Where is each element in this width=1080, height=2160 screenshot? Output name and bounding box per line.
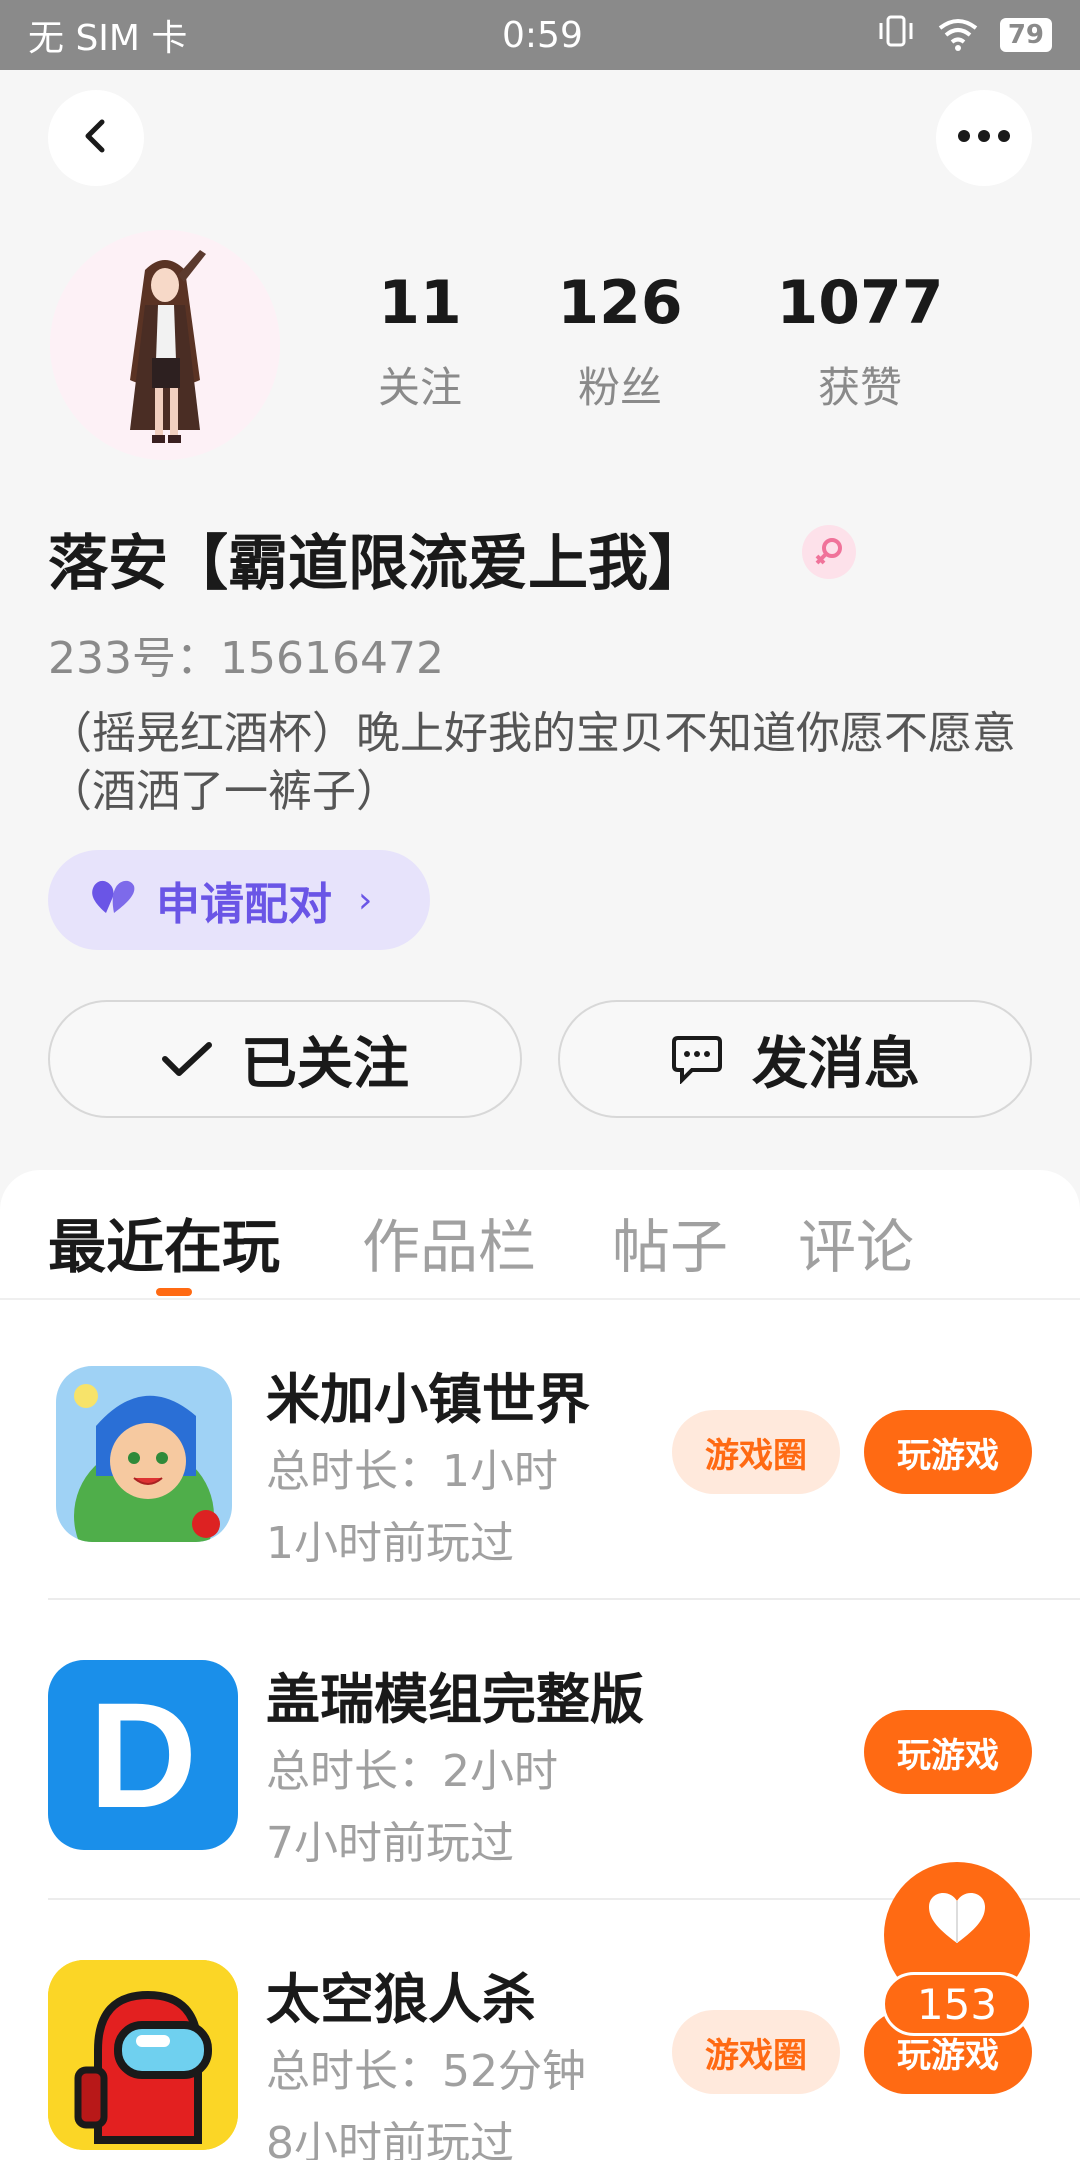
- stat-followers-value: 126: [557, 268, 683, 338]
- send-message-label: 发消息: [752, 1031, 920, 1097]
- game-icon[interactable]: [56, 1366, 232, 1542]
- status-bar: 无 SIM 卡 0:59 79: [0, 0, 1080, 70]
- game-duration: 总时长：1小时: [266, 1446, 558, 1497]
- game-name: 太空狼人杀: [266, 1968, 536, 2031]
- vibrate-icon: [876, 11, 916, 60]
- stat-following[interactable]: 11 关注: [330, 270, 510, 415]
- bio: （摇晃红酒杯）晚上好我的宝贝不知道你愿不愿意（酒洒了一裤子）: [48, 708, 1016, 817]
- tab-comments[interactable]: 评论: [798, 1200, 914, 1284]
- play-game-button[interactable]: 玩游戏: [864, 1710, 1032, 1794]
- apply-pair-label: 申请配对: [156, 879, 332, 930]
- stat-following-label: 关注: [377, 363, 462, 412]
- chevron-right-icon: ›: [358, 879, 373, 921]
- avatar[interactable]: [50, 230, 280, 460]
- back-button[interactable]: [48, 90, 144, 186]
- game-name: 米加小镇世界: [266, 1368, 590, 1431]
- stat-followers-label: 粉丝: [577, 363, 662, 412]
- send-message-button[interactable]: 发消息: [558, 1000, 1032, 1118]
- chat-bubble-icon: [670, 1034, 724, 1084]
- game-circle-button[interactable]: 游戏圈: [672, 2010, 840, 2094]
- game-icon-letter: D: [88, 1670, 198, 1839]
- game-circle-button[interactable]: 游戏圈: [672, 1410, 840, 1494]
- tab-posts[interactable]: 帖子: [612, 1200, 728, 1284]
- stat-likes-value: 1077: [776, 268, 944, 338]
- heart-icon: [927, 1891, 987, 1949]
- double-heart-icon: [90, 875, 138, 926]
- avatar-illustration: [50, 230, 280, 460]
- nickname: 落安【霸道限流爱上我】: [48, 529, 708, 599]
- game-last-played: 1小时前玩过: [266, 1518, 514, 1569]
- female-gender-icon: [802, 525, 856, 579]
- clock: 0:59: [502, 14, 583, 56]
- tab-active-indicator: [156, 1288, 192, 1296]
- game-icon[interactable]: D: [48, 1660, 238, 1850]
- game-duration: 总时长：52分钟: [266, 2046, 586, 2097]
- more-dots-icon: [956, 128, 1012, 148]
- game-last-played: 7小时前玩过: [266, 1818, 514, 1869]
- chevron-left-icon: [76, 116, 116, 160]
- stat-likes-label: 获赞: [817, 363, 902, 412]
- tab-works[interactable]: 作品栏: [362, 1200, 536, 1284]
- stat-following-value: 11: [378, 268, 462, 338]
- game-duration: 总时长：2小时: [266, 1746, 558, 1797]
- game-last-played: 8小时前玩过: [266, 2118, 514, 2160]
- more-button[interactable]: [936, 90, 1032, 186]
- game-row[interactable]: D 盖瑞模组完整版 总时长：2小时 7小时前玩过 玩游戏: [48, 1600, 1080, 1900]
- user-id: 233号：15616472: [48, 633, 444, 684]
- play-game-button[interactable]: 玩游戏: [864, 1410, 1032, 1494]
- tab-recent-played[interactable]: 最近在玩: [48, 1200, 280, 1284]
- like-count: 153: [882, 1972, 1032, 2036]
- stat-likes[interactable]: 1077 获赞: [750, 270, 970, 415]
- game-row[interactable]: 米加小镇世界 总时长：1小时 1小时前玩过 游戏圈 玩游戏: [48, 1300, 1080, 1600]
- stat-followers[interactable]: 126 粉丝: [530, 270, 710, 415]
- followed-label: 已关注: [241, 1031, 409, 1097]
- game-icon[interactable]: [48, 1960, 238, 2150]
- tab-bar: 最近在玩 作品栏 帖子 评论: [0, 1170, 1080, 1300]
- check-icon: [161, 1039, 213, 1079]
- status-icons: 79: [876, 11, 1052, 60]
- followed-button[interactable]: 已关注: [48, 1000, 522, 1118]
- carrier-label: 无 SIM 卡: [28, 18, 188, 59]
- apply-pair-button[interactable]: 申请配对 ›: [48, 850, 430, 950]
- game-name: 盖瑞模组完整版: [266, 1668, 644, 1731]
- battery-indicator: 79: [999, 18, 1052, 52]
- wifi-icon: [938, 18, 978, 52]
